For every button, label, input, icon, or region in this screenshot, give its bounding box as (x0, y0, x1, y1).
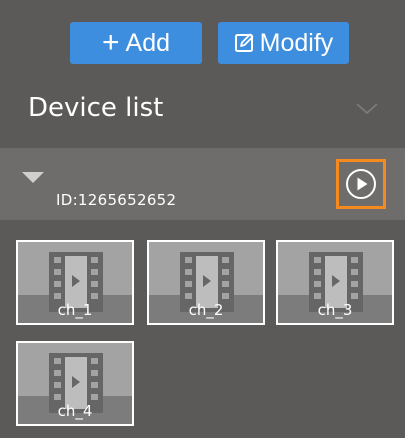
edit-icon (234, 33, 254, 52)
device-list-title: Device list (28, 93, 164, 123)
modify-button[interactable]: Modify (218, 22, 349, 64)
app-root: + Add Modify Device list ID:1265652652 c… (0, 0, 405, 438)
channel-grid: ch_1 ch_2 ch_3 ch_4 (0, 228, 405, 438)
device-id: ID:1265652652 (56, 191, 177, 209)
channel-thumbnail-3[interactable]: ch_3 (276, 240, 394, 325)
play-circle-icon (346, 169, 376, 199)
add-button[interactable]: + Add (70, 22, 202, 64)
plus-icon: + (101, 26, 120, 59)
play-button[interactable] (336, 159, 386, 209)
channel-label: ch_4 (57, 402, 93, 420)
add-button-label: Add (125, 28, 170, 57)
channel-label: ch_2 (188, 301, 224, 319)
channel-thumbnail-4[interactable]: ch_4 (16, 341, 134, 426)
chevron-down-icon[interactable] (355, 102, 379, 116)
channel-thumbnail-2[interactable]: ch_2 (147, 240, 265, 325)
channel-label: ch_3 (317, 301, 353, 319)
channel-label: ch_1 (57, 301, 93, 319)
modify-button-label: Modify (259, 28, 334, 57)
channel-thumbnail-1[interactable]: ch_1 (16, 240, 134, 325)
device-list-header[interactable]: Device list (0, 80, 405, 138)
triangle-down-icon[interactable] (22, 172, 44, 183)
toolbar: + Add Modify (0, 0, 405, 80)
